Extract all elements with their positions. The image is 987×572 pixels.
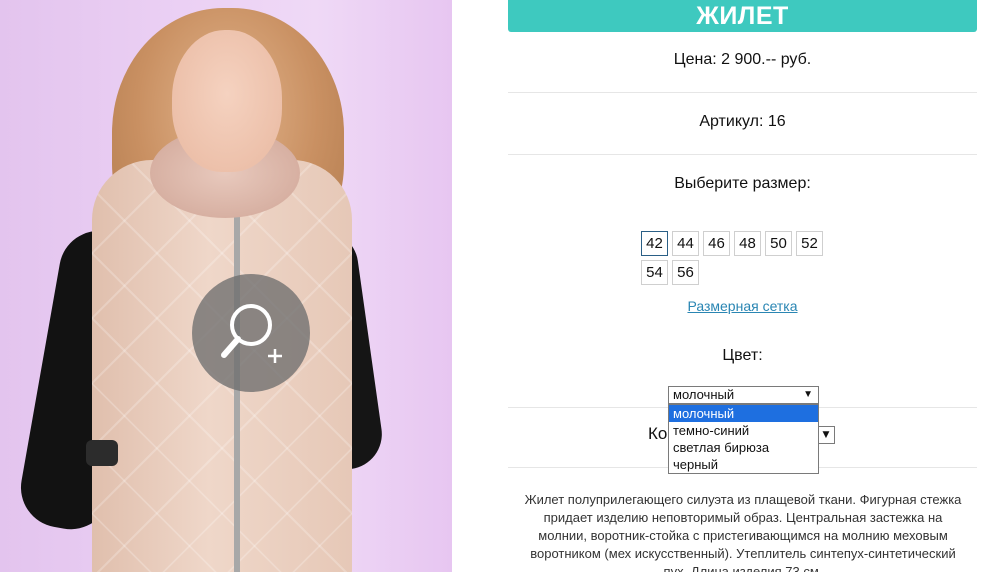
color-option[interactable]: молочный [669, 405, 818, 422]
color-option[interactable]: темно-синий [669, 422, 818, 439]
color-option[interactable]: черный [669, 456, 818, 473]
product-photo[interactable] [0, 0, 452, 572]
photo-watch [86, 440, 118, 466]
quantity-select[interactable]: ▼ [817, 426, 835, 444]
choose-size-label: Выберите размер: [674, 175, 811, 192]
color-select[interactable]: молочный ▼ [668, 386, 819, 404]
divider [508, 92, 977, 93]
size-option[interactable]: 46 [703, 231, 730, 256]
price-text: Цена: 2 900.-- руб. [673, 51, 812, 68]
color-dropdown-list: молочный темно-синий светлая бирюза черн… [668, 404, 819, 474]
title-bar: ЖИЛЕТ [508, 0, 977, 32]
chevron-down-icon: ▼ [822, 430, 830, 440]
quantity-label: Ко [648, 424, 668, 443]
color-label: Цвет: [722, 347, 763, 364]
size-option[interactable]: 42 [641, 231, 668, 256]
color-option[interactable]: светлая бирюза [669, 439, 818, 456]
size-option[interactable]: 54 [641, 260, 668, 285]
zoom-button[interactable] [192, 274, 310, 392]
sku-text: Артикул: 16 [699, 113, 786, 130]
size-option[interactable]: 48 [734, 231, 761, 256]
divider [508, 154, 977, 155]
product-description: Жилет полуприлегающего силуэта из плащев… [524, 492, 962, 572]
zoom-in-icon [221, 304, 282, 363]
size-option[interactable]: 44 [672, 231, 699, 256]
size-chart-link[interactable]: Размерная сетка [508, 298, 977, 314]
chevron-down-icon: ▼ [803, 389, 813, 400]
size-option[interactable]: 50 [765, 231, 792, 256]
product-title: ЖИЛЕТ [696, 1, 789, 30]
color-select-value: молочный [673, 387, 735, 402]
size-option[interactable]: 56 [672, 260, 699, 285]
photo-face [172, 30, 282, 172]
product-info: ЖИЛЕТ Цена: 2 900.-- руб. Артикул: 16 Вы… [508, 0, 977, 572]
size-option[interactable]: 52 [796, 231, 823, 256]
